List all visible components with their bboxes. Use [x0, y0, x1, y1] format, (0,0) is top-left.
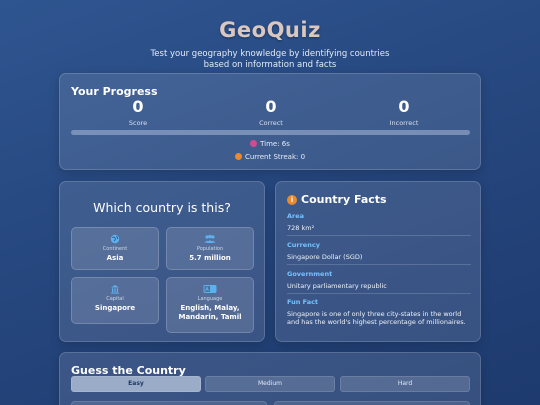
- progress-title: Your Progress: [71, 85, 158, 98]
- hint-label: Language: [197, 296, 223, 302]
- fact-currency: Currency Singapore Dollar (SGD): [287, 241, 471, 261]
- correct-label: Correct: [259, 119, 283, 127]
- fire-icon: [234, 153, 242, 160]
- header: GeoQuiz Test your geography knowledge by…: [0, 0, 540, 71]
- people-icon: [204, 234, 216, 243]
- divider: [287, 235, 471, 236]
- fact-government: Government Unitary parliamentary republi…: [287, 270, 471, 290]
- hint-capital: Capital Singapore: [71, 277, 159, 324]
- hint-label: Continent: [102, 246, 128, 252]
- score-stat: 0 Score: [93, 97, 183, 128]
- fact-label: Fun Fact: [287, 298, 319, 306]
- hint-value: Asia: [106, 254, 124, 262]
- fact-area: Area 728 km²: [287, 212, 471, 232]
- incorrect-value: 0: [398, 97, 410, 116]
- facts-header: i Country Facts: [287, 193, 387, 206]
- difficulty-easy-button[interactable]: Easy: [71, 376, 201, 392]
- progress-card: Your Progress 0 Score 0 Correct 0 Incorr…: [59, 73, 481, 170]
- fact-value: Singapore Dollar (SGD): [287, 253, 363, 261]
- subtitle-line-2: based on information and facts: [203, 60, 337, 70]
- hint-label: Capital: [106, 296, 124, 302]
- hint-label: Population: [196, 246, 224, 252]
- answer-option[interactable]: [274, 401, 470, 405]
- question-card: Which country is this? Continent Asia Po…: [59, 181, 265, 342]
- answer-option[interactable]: [71, 401, 267, 405]
- hint-population: Population 5.7 million: [166, 227, 254, 270]
- score-label: Score: [128, 119, 148, 127]
- fact-value: Unitary parliamentary republic: [287, 282, 387, 290]
- timer-row: Time: 6s: [60, 140, 480, 148]
- hint-value: English, Malay, Mandarin, Tamil: [178, 304, 242, 321]
- fact-fun: Fun Fact Singapore is one of only three …: [287, 298, 471, 326]
- incorrect-stat: 0 Incorrect: [359, 97, 449, 128]
- hint-value: Singapore: [94, 304, 136, 312]
- streak-row: Current Streak: 0: [60, 153, 480, 161]
- guess-card: Guess the Country Easy Medium Hard: [59, 352, 481, 405]
- difficulty-medium-button[interactable]: Medium: [205, 376, 335, 392]
- hint-language: Language English, Malay, Mandarin, Tamil: [166, 277, 254, 333]
- globe-icon: [110, 234, 120, 244]
- question-title: Which country is this?: [93, 200, 231, 215]
- correct-value: 0: [265, 97, 277, 116]
- facts-card: i Country Facts Area 728 km² Currency Si…: [275, 181, 481, 342]
- fact-label: Currency: [287, 241, 320, 249]
- hint-continent: Continent Asia: [71, 227, 159, 270]
- incorrect-label: Incorrect: [389, 119, 419, 127]
- landmark-icon: [111, 285, 119, 294]
- app-subtitle: Test your geography knowledge by identif…: [0, 49, 540, 71]
- streak-text: Current Streak: 0: [244, 153, 306, 161]
- fact-value: Singapore is one of only three city-stat…: [287, 310, 466, 326]
- subtitle-line-1: Test your geography knowledge by identif…: [150, 49, 390, 59]
- language-icon: [203, 285, 217, 293]
- difficulty-hard-button[interactable]: Hard: [340, 376, 470, 392]
- app-title: GeoQuiz: [219, 18, 321, 42]
- correct-stat: 0 Correct: [226, 97, 316, 128]
- info-icon: i: [287, 194, 297, 205]
- fact-label: Government: [287, 270, 333, 278]
- score-value: 0: [132, 97, 144, 116]
- divider: [287, 264, 471, 265]
- divider: [287, 293, 471, 294]
- timer-text: Time: 6s: [260, 140, 290, 148]
- timer-icon: [250, 140, 258, 147]
- facts-title: Country Facts: [301, 193, 387, 206]
- fact-label: Area: [287, 212, 305, 220]
- fact-value: 728 km²: [287, 224, 315, 232]
- hint-value: 5.7 million: [189, 254, 231, 262]
- progress-bar: [71, 130, 470, 135]
